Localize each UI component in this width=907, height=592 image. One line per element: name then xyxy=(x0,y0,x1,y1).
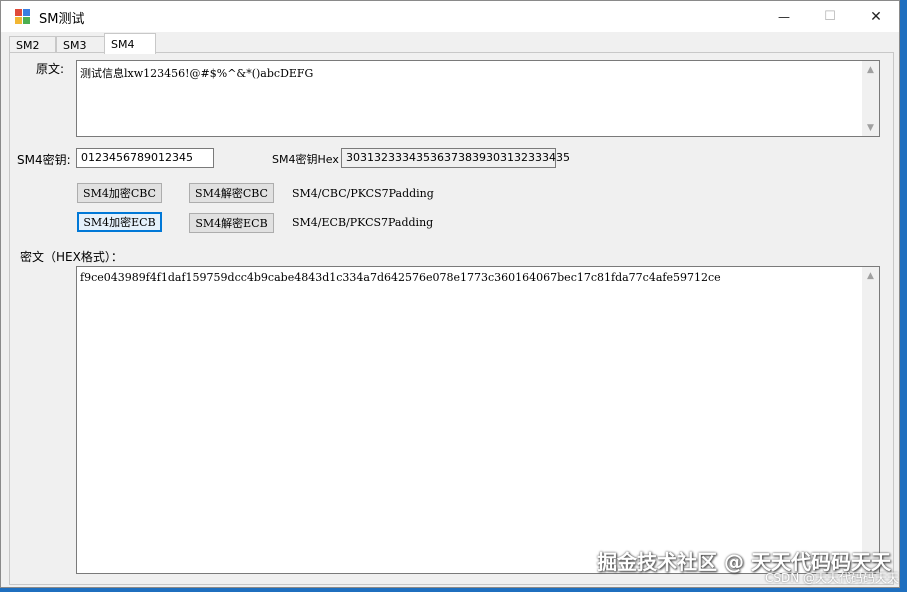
watermark-csdn: CSDN @天天代码码天天 xyxy=(764,571,899,585)
app-icon xyxy=(15,9,31,25)
sm4-encrypt-ecb-button[interactable]: SM4加密ECB xyxy=(77,212,162,232)
minimize-button[interactable]: — xyxy=(761,1,807,32)
key-label: SM4密钥: xyxy=(17,153,71,167)
sm4-encrypt-cbc-button[interactable]: SM4加密CBC xyxy=(77,183,162,203)
close-button[interactable]: ✕ xyxy=(853,1,899,32)
plaintext-textarea[interactable]: 测试信息lxw123456!@#$%^&*()abcDEFG ▲ ▼ xyxy=(76,60,880,137)
scroll-up-icon[interactable]: ▲ xyxy=(862,61,879,78)
ciphertext-textarea[interactable]: f9ce043989f4f1daf159759dcc4b9cabe4843d1c… xyxy=(76,266,880,574)
key-hex-input[interactable]: 30313233343536373839303132333435 xyxy=(341,148,570,168)
tab-sm3[interactable]: SM3 xyxy=(56,36,105,53)
minimize-icon: — xyxy=(778,9,790,24)
sm4-decrypt-ecb-button[interactable]: SM4解密ECB xyxy=(189,213,274,233)
plaintext-label: 原文: xyxy=(36,62,65,76)
close-icon: ✕ xyxy=(870,8,882,25)
tab-sm2[interactable]: SM2 xyxy=(9,36,56,53)
plaintext-value: 测试信息lxw123456!@#$%^&*()abcDEFG xyxy=(80,67,314,80)
scroll-up-icon[interactable]: ▲ xyxy=(862,267,879,284)
key-input[interactable]: 0123456789012345 xyxy=(76,148,214,168)
ciphertext-label: 密文（HEX格式）： xyxy=(20,250,123,264)
cbc-mode-text: SM4/CBC/PKCS7Padding xyxy=(292,187,434,200)
ecb-mode-text: SM4/ECB/PKCS7Padding xyxy=(292,216,434,229)
tab-sm4[interactable]: SM4 xyxy=(104,33,156,54)
ciphertext-value: f9ce043989f4f1daf159759dcc4b9cabe4843d1c… xyxy=(80,271,721,284)
window-title: SM测试 xyxy=(39,12,85,27)
ciphertext-scrollbar[interactable]: ▲ xyxy=(862,267,879,573)
tab-page-sm4: 原文: 测试信息lxw123456!@#$%^&*()abcDEFG ▲ ▼ S… xyxy=(9,52,894,585)
title-bar[interactable]: SM测试 — ☐ ✕ xyxy=(1,1,899,32)
key-hex-label: SM4密钥Hex xyxy=(272,153,339,166)
tab-strip: SM2 SM3 SM4 xyxy=(9,33,894,54)
sm4-decrypt-cbc-button[interactable]: SM4解密CBC xyxy=(189,183,274,203)
app-window: SM测试 — ☐ ✕ SM2 SM3 SM4 原文: 测试信息lxw123456… xyxy=(0,0,900,588)
maximize-icon: ☐ xyxy=(824,9,836,24)
plaintext-scrollbar[interactable]: ▲ ▼ xyxy=(862,61,879,136)
maximize-button[interactable]: ☐ xyxy=(807,1,853,32)
scroll-down-icon[interactable]: ▼ xyxy=(862,119,879,136)
